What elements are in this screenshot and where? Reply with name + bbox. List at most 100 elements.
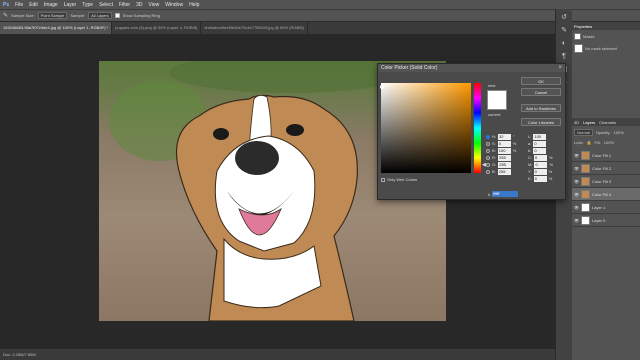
channel-value-input[interactable]: 255 (497, 168, 511, 175)
tab-3d[interactable]: 3D (574, 120, 579, 126)
color-field-row: M: 0% (528, 161, 553, 168)
hue-slider[interactable] (474, 83, 481, 173)
color-field-marker[interactable] (380, 85, 384, 89)
blend-row: Normal Opacity: 100% (572, 126, 640, 139)
hex-input[interactable]: ffffff (492, 191, 519, 197)
layer-name[interactable]: Layer 0 (592, 218, 605, 223)
layer-row[interactable]: 👁 Color Fill 4 (572, 188, 640, 201)
brush-icon[interactable]: ✎ (560, 26, 569, 35)
menu-help[interactable]: Help (189, 2, 199, 8)
paragraph-icon[interactable]: ¶ (560, 52, 569, 61)
visibility-eye-icon[interactable]: 👁 (574, 179, 579, 184)
layer-thumbnail (581, 176, 590, 186)
sample-size-dropdown[interactable]: Point Sample (37, 12, 68, 19)
fill-label: Fill: (594, 140, 601, 145)
channel-unit: % (512, 148, 517, 153)
color-field[interactable] (381, 83, 471, 173)
tab-channels[interactable]: Channels (599, 120, 616, 126)
layer-row[interactable]: 👁 Layer 0 (572, 214, 640, 227)
show-ring-checkbox[interactable] (114, 13, 120, 18)
menu-edit[interactable]: Edit (29, 2, 38, 8)
layer-name[interactable]: Color Fill 4 (592, 192, 611, 197)
menu-window[interactable]: Window (165, 2, 183, 8)
blend-mode-dropdown[interactable]: Normal (574, 129, 593, 136)
channel-value-input[interactable]: 0 (533, 140, 547, 147)
channel-radio[interactable] (486, 162, 490, 167)
color-field-row: H: 32 ° (486, 133, 516, 140)
add-to-swatches-button[interactable]: Add to Swatches (521, 104, 561, 112)
layer-name[interactable]: Color Fill 2 (592, 166, 611, 171)
layer-row[interactable]: 👁 Color Fill 2 (572, 162, 640, 175)
channel-radio[interactable] (486, 141, 490, 146)
visibility-eye-icon[interactable]: 👁 (574, 205, 579, 210)
channel-value-input[interactable]: 100 (497, 147, 511, 154)
channel-radio[interactable] (486, 155, 490, 160)
lock-icon[interactable]: 🔒 (587, 140, 592, 145)
layer-row[interactable]: 👁 Layer 1 (572, 201, 640, 214)
channel-value-input[interactable]: 0 (533, 175, 547, 182)
history-icon[interactable]: ↺ (560, 13, 569, 22)
menu-layer[interactable]: Layer (64, 2, 77, 8)
only-web-checkbox[interactable] (381, 177, 385, 182)
channel-label: B: (492, 148, 496, 153)
menu-3d[interactable]: 3D (136, 2, 142, 8)
channel-value-input[interactable]: 255 (498, 161, 512, 168)
adjust-icon[interactable]: ◐ (560, 39, 569, 48)
channel-label: Y: (528, 169, 532, 174)
cancel-button[interactable]: Cancel (521, 88, 561, 96)
layer-thumbnail (581, 163, 590, 173)
eyedropper-icon[interactable]: ✎ (3, 12, 8, 19)
menu-image[interactable]: Image (44, 2, 58, 8)
menu-filter[interactable]: Filter (119, 2, 130, 8)
hsb-rgb-fields: H: 32 ° S: 0% B: 100% R: 255 G: 255 B: 255 (486, 133, 516, 175)
channel-radio[interactable] (486, 134, 490, 139)
channel-value-input[interactable]: 0 (497, 140, 511, 147)
tab-document-2[interactable]: puppies.com (5).png @ 50% (Layer 4, RGB/… (112, 22, 202, 34)
close-icon[interactable]: × (558, 64, 562, 72)
layers-tab-bar: 3D Layers Channels (572, 118, 640, 126)
no-mask-row: No mask selected (572, 43, 640, 54)
color-field-row: B: 100% (486, 147, 516, 154)
channel-value-input[interactable]: 0 (534, 161, 548, 168)
channel-radio[interactable] (486, 169, 490, 174)
layer-list: 👁 Color Fill 1 👁 Color Fill 2 👁 Color Fill 3 👁… (572, 149, 640, 227)
menu-select[interactable]: Select (99, 2, 113, 8)
tab-document-1[interactable]: 154246683-98a7f07c9de4.jpg @ 100% (Layer… (0, 22, 113, 34)
channel-label: b: (528, 148, 532, 153)
channel-value-input[interactable]: 100 (533, 133, 547, 140)
channel-label: R: (492, 155, 496, 160)
layer-name[interactable]: Layer 1 (592, 205, 605, 210)
tab-layers[interactable]: Layers (583, 120, 595, 126)
menu-type[interactable]: Type (82, 2, 93, 8)
menu-view[interactable]: View (149, 2, 160, 8)
layer-name[interactable]: Color Fill 3 (592, 179, 611, 184)
dialog-title: Color Picker (Solid Color) (378, 64, 565, 72)
tab-document-3[interactable]: chrt/labeo9e4f0b46e70c4e7798419.jpg @ 50… (201, 22, 308, 34)
visibility-eye-icon[interactable]: 👁 (574, 153, 579, 158)
visibility-eye-icon[interactable]: 👁 (574, 218, 579, 223)
visibility-eye-icon[interactable]: 👁 (574, 192, 579, 197)
channel-value-input[interactable]: 0 (534, 154, 547, 161)
ok-button[interactable]: OK (521, 77, 561, 85)
color-libraries-button[interactable]: Color Libraries (521, 118, 561, 126)
layer-row[interactable]: 👁 Color Fill 3 (572, 175, 640, 188)
sample-dropdown[interactable]: All Layers (88, 12, 112, 19)
channel-value-input[interactable]: 0 (533, 168, 547, 175)
channel-value-input[interactable]: 32 (498, 133, 511, 140)
opacity-value[interactable]: 100% (614, 130, 624, 135)
menu-file[interactable]: File (15, 2, 23, 8)
new-color-swatch (487, 90, 507, 110)
layer-row[interactable]: 👁 Color Fill 1 (572, 149, 640, 162)
channel-radio[interactable] (486, 148, 490, 153)
ps-logo: Ps (3, 1, 10, 8)
visibility-eye-icon[interactable]: 👁 (574, 166, 579, 171)
color-field-row: S: 0% (486, 140, 516, 147)
fill-value[interactable]: 100% (604, 140, 614, 145)
layer-name[interactable]: Color Fill 1 (592, 153, 611, 158)
channel-value-input[interactable]: 255 (498, 154, 511, 161)
tab-properties[interactable]: Properties (574, 24, 592, 30)
color-field-row: B: 255 (486, 168, 516, 175)
options-bar: ✎ Sample Size: Point Sample Sample: All … (0, 9, 640, 22)
color-field-row: R: 255 (486, 154, 516, 161)
channel-value-input[interactable]: 0 (533, 147, 547, 154)
